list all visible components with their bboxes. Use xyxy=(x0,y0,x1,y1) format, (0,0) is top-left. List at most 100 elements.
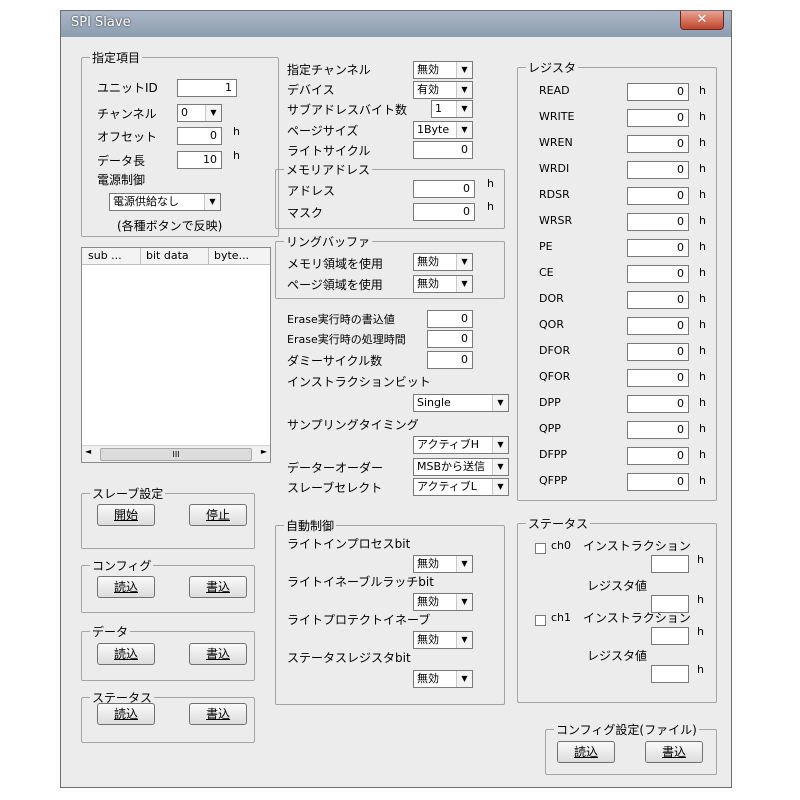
register-field-wrsr[interactable]: 0 xyxy=(627,213,689,231)
page-size-select[interactable]: 1Byte ▼ xyxy=(413,121,473,139)
register-field-rdsr[interactable]: 0 xyxy=(627,187,689,205)
erase-write-field[interactable]: 0 xyxy=(427,310,473,328)
write-protect-select[interactable]: 無効 ▼ xyxy=(413,631,473,649)
data-order-label: データーオーダー xyxy=(287,461,384,475)
subaddress-bytes-value: 1 xyxy=(435,102,442,115)
chevron-down-icon: ▼ xyxy=(492,479,508,495)
offset-field[interactable]: 0 xyxy=(177,127,222,145)
scroll-thumb[interactable]: III xyxy=(100,448,252,461)
ch0-register-label: レジスタ値 xyxy=(587,579,648,593)
status-write-button[interactable]: 書込 xyxy=(189,703,247,725)
ch0-checkbox[interactable] xyxy=(535,543,546,554)
write-cycle-label: ライトサイクル xyxy=(287,144,371,158)
chevron-down-icon: ▼ xyxy=(456,62,472,78)
ch1-instruction-unit: h xyxy=(697,625,704,638)
dummy-cycles-field[interactable]: 0 xyxy=(427,351,473,369)
chevron-down-icon: ▼ xyxy=(456,122,472,138)
ch0-instruction-unit: h xyxy=(697,553,704,566)
ch0-instruction-field[interactable] xyxy=(651,555,689,573)
list-column-sub[interactable]: sub ... xyxy=(88,249,122,262)
register-unit-write: h xyxy=(699,110,706,123)
unit-id-field[interactable]: 1 xyxy=(177,79,237,97)
instruction-bit-select[interactable]: Single ▼ xyxy=(413,394,509,412)
register-field-wrdi[interactable]: 0 xyxy=(627,161,689,179)
register-field-ce[interactable]: 0 xyxy=(627,265,689,283)
register-label-qpp: QPP xyxy=(539,422,561,435)
sampling-timing-value: アクティブH xyxy=(417,438,480,451)
title-bar[interactable]: SPI Slave ✕ xyxy=(61,11,731,37)
config-file-read-button[interactable]: 読込 xyxy=(557,741,615,763)
ring-memory-select[interactable]: 無効 ▼ xyxy=(413,253,473,271)
ch1-checkbox[interactable] xyxy=(535,615,546,626)
data-order-select[interactable]: MSBから送信 ▼ xyxy=(413,458,509,476)
register-field-qfpp[interactable]: 0 xyxy=(627,473,689,491)
wel-bit-select[interactable]: 無効 ▼ xyxy=(413,593,473,611)
scroll-right-icon[interactable]: ► xyxy=(261,447,267,456)
wip-bit-select[interactable]: 無効 ▼ xyxy=(413,555,473,573)
sampling-timing-select[interactable]: アクティブH ▼ xyxy=(413,436,509,454)
data-write-button[interactable]: 書込 xyxy=(189,643,247,665)
register-label-dpp: DPP xyxy=(539,396,561,409)
list-column-bit-data[interactable]: bit data xyxy=(146,249,189,262)
list-column-byte[interactable]: byte... xyxy=(214,249,249,262)
register-field-dfpp[interactable]: 0 xyxy=(627,447,689,465)
status-register-bit-label: ステータスレジスタbit xyxy=(287,651,411,665)
slave-select-select[interactable]: アクティブL ▼ xyxy=(413,478,509,496)
target-channel-select[interactable]: 無効 ▼ xyxy=(413,61,473,79)
chevron-down-icon: ▼ xyxy=(456,82,472,98)
status-right-legend: ステータス xyxy=(526,515,591,532)
register-field-pe[interactable]: 0 xyxy=(627,239,689,257)
status-read-button[interactable]: 読込 xyxy=(97,703,155,725)
config-file-write-button[interactable]: 書込 xyxy=(645,741,703,763)
register-field-wren[interactable]: 0 xyxy=(627,135,689,153)
register-field-dfor[interactable]: 0 xyxy=(627,343,689,361)
wip-bit-value: 無効 xyxy=(417,557,439,570)
register-unit-dfpp: h xyxy=(699,448,706,461)
ring-page-select[interactable]: 無効 ▼ xyxy=(413,275,473,293)
erase-write-label: Erase実行時の書込値 xyxy=(287,313,395,326)
mask-field[interactable]: 0 xyxy=(413,203,475,221)
device-select[interactable]: 有効 ▼ xyxy=(413,81,473,99)
config-read-button[interactable]: 読込 xyxy=(97,576,155,598)
register-field-read[interactable]: 0 xyxy=(627,83,689,101)
data-length-field[interactable]: 10 xyxy=(177,151,222,169)
horizontal-scrollbar[interactable]: ◄ III ► xyxy=(82,445,270,462)
register-field-qpp[interactable]: 0 xyxy=(627,421,689,439)
data-legend: データ xyxy=(90,623,131,640)
register-label-dfor: DFOR xyxy=(539,344,571,357)
target-channel-label: 指定チャンネル xyxy=(287,63,371,77)
config-write-button[interactable]: 書込 xyxy=(189,576,247,598)
address-field[interactable]: 0 xyxy=(413,180,475,198)
status-register-bit-select[interactable]: 無効 ▼ xyxy=(413,670,473,688)
data-read-button[interactable]: 読込 xyxy=(97,643,155,665)
mask-unit: h xyxy=(487,200,494,213)
scroll-left-icon[interactable]: ◄ xyxy=(85,447,91,456)
start-button[interactable]: 開始 xyxy=(97,504,155,526)
chevron-down-icon: ▼ xyxy=(492,437,508,453)
data-list-view[interactable]: sub ... bit data byte... ◄ III ► xyxy=(81,247,271,463)
power-select[interactable]: 電源供給なし ▼ xyxy=(109,193,221,211)
write-protect-value: 無効 xyxy=(417,633,439,646)
ch1-register-field[interactable] xyxy=(651,665,689,683)
chevron-down-icon: ▼ xyxy=(492,395,508,411)
register-field-qfor[interactable]: 0 xyxy=(627,369,689,387)
data-order-value: MSBから送信 xyxy=(417,460,486,473)
erase-time-field[interactable]: 0 xyxy=(427,330,473,348)
chevron-down-icon: ▼ xyxy=(456,632,472,648)
write-cycle-field[interactable]: 0 xyxy=(413,141,473,159)
register-field-dpp[interactable]: 0 xyxy=(627,395,689,413)
chevron-down-icon: ▼ xyxy=(492,459,508,475)
close-button[interactable]: ✕ xyxy=(680,11,724,30)
register-field-dor[interactable]: 0 xyxy=(627,291,689,309)
ch1-label: ch1 xyxy=(551,611,572,624)
address-label: アドレス xyxy=(287,184,336,198)
chevron-down-icon: ▼ xyxy=(456,556,472,572)
stop-button[interactable]: 停止 xyxy=(189,504,247,526)
register-field-write[interactable]: 0 xyxy=(627,109,689,127)
channel-select[interactable]: 0 ▼ xyxy=(177,104,222,122)
address-unit: h xyxy=(487,177,494,190)
ch1-instruction-field[interactable] xyxy=(651,627,689,645)
register-field-qor[interactable]: 0 xyxy=(627,317,689,335)
subaddress-bytes-select[interactable]: 1 ▼ xyxy=(431,100,473,118)
wel-bit-label: ライトイネーブルラッチbit xyxy=(287,575,434,589)
